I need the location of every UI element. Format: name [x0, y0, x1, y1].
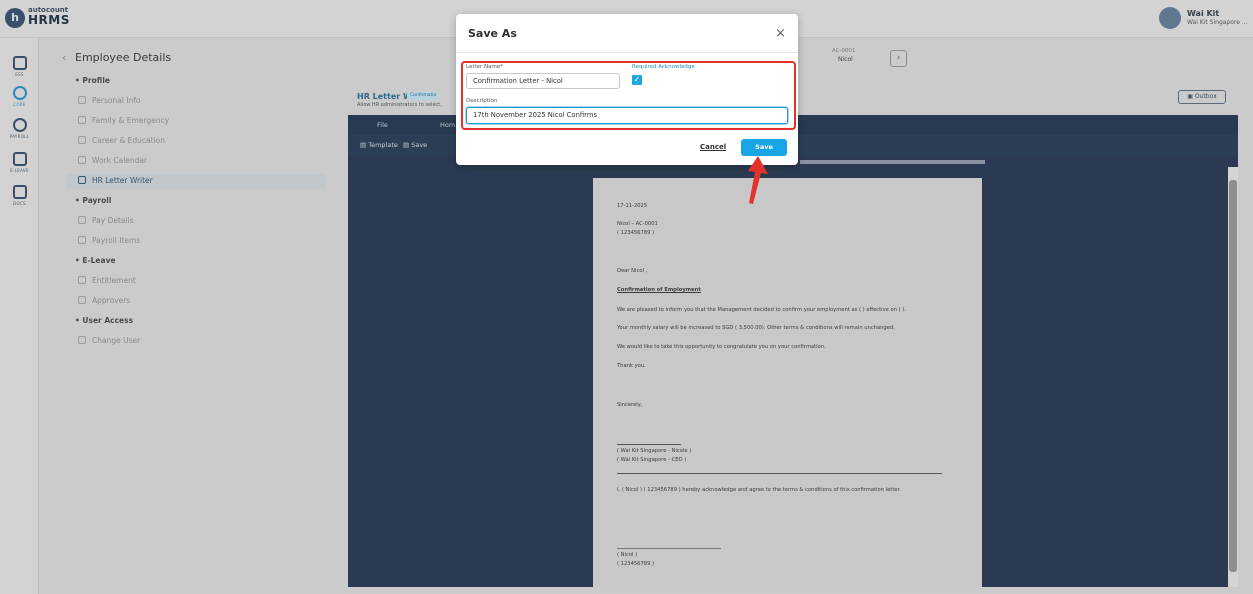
- letter-para-1: We are pleased to inform you that the Ma…: [617, 307, 906, 313]
- tree-item-entitlement[interactable]: Entitlement: [78, 276, 136, 285]
- employee-name: Nicol: [838, 56, 853, 63]
- highlight-annotation-box: [461, 61, 796, 130]
- hr-writer-badge: Confirmatio: [407, 92, 440, 100]
- docs-icon: [12, 185, 27, 199]
- nav-item-payroll[interactable]: PAYROLL: [4, 118, 35, 139]
- tree-item-work-calendar[interactable]: Work Calendar: [78, 156, 147, 165]
- logo-text-main: HRMS: [28, 13, 70, 27]
- logo-icon: h: [5, 8, 25, 28]
- letter-date: 17-11-2025: [617, 203, 648, 209]
- letter-subject: Confirmation of Employment: [617, 287, 701, 293]
- letter-sign-2: ( Wai Kit Singapore - CEO ): [617, 457, 687, 463]
- tree-section-profile[interactable]: • Profile: [75, 76, 110, 85]
- ribbon-save-button[interactable]: ▤ Save: [403, 141, 427, 149]
- dialog-title: Save As: [468, 27, 517, 40]
- tree-item-personal-info[interactable]: Personal Info: [78, 96, 140, 105]
- letter-para-2: Your monthly salary will be increased to…: [617, 325, 895, 331]
- dialog-divider: [456, 52, 798, 53]
- tab-file[interactable]: File: [377, 121, 388, 129]
- user-company: Wai Kit Singapore ...: [1187, 19, 1248, 26]
- scrollbar-thumb[interactable]: [1229, 180, 1237, 572]
- tree-item-family[interactable]: Family & Emergency: [78, 116, 169, 125]
- page-title: Employee Details: [75, 51, 172, 64]
- tab-home[interactable]: Hom: [440, 121, 455, 129]
- avatar[interactable]: [1159, 7, 1181, 29]
- letter-acknowledgement: I, ( Nicol ) ( 123456789 ) hereby acknow…: [617, 487, 901, 493]
- outbox-button[interactable]: ▣ Outbox: [1178, 90, 1226, 104]
- tree-section-user-access[interactable]: • User Access: [75, 316, 133, 325]
- nav-label: PAYROLL: [9, 134, 30, 139]
- letter-employee: Nicol – AC-0001: [617, 221, 658, 227]
- payroll-icon: [12, 118, 27, 132]
- tree-section-eleave[interactable]: • E-Leave: [75, 256, 116, 265]
- hr-writer-subtitle: Allow HR administrators to select,: [357, 102, 442, 108]
- tree-item-pay-details[interactable]: Pay Details: [78, 216, 134, 225]
- letter-greeting: Dear Nicol ,: [617, 268, 648, 274]
- employee-signature-line: [617, 548, 721, 549]
- ess-icon: [12, 56, 27, 70]
- nav-item-core[interactable]: CORE: [4, 86, 35, 107]
- close-icon[interactable]: ×: [775, 27, 786, 40]
- signature-line: [617, 444, 681, 445]
- tree-section-payroll[interactable]: • Payroll: [75, 196, 111, 205]
- nav-item-eleave[interactable]: E-LEAVE: [4, 152, 35, 173]
- nav-label: CORE: [13, 102, 26, 107]
- annotation-arrow-icon: [748, 156, 768, 204]
- nav-item-docs[interactable]: DOCS: [4, 185, 35, 206]
- nav-item-ess[interactable]: ESS: [4, 56, 35, 77]
- employee-code: AC-0001: [832, 48, 856, 54]
- letter-closing: Sincerely,: [617, 402, 643, 408]
- tree-item-hr-letter-writer[interactable]: HR Letter Writer: [78, 176, 153, 185]
- tree-item-change-user[interactable]: Change User: [78, 336, 140, 345]
- letter-emp-sign-2: ( 123456789 ): [617, 561, 655, 567]
- letter-sign-1: ( Wai Kit Singapore - Nicole ): [617, 448, 692, 454]
- divider: [617, 473, 942, 474]
- letter-emp-sign-1: ( Nicol ): [617, 552, 638, 558]
- template-button[interactable]: ▤ Template: [360, 141, 398, 149]
- back-chevron-icon[interactable]: ‹: [62, 51, 66, 64]
- tree-item-approvers[interactable]: Approvers: [78, 296, 130, 305]
- letter-id: ( 123456789 ): [617, 230, 655, 236]
- nav-label: DOCS: [13, 201, 26, 206]
- user-name[interactable]: Wai Kit: [1187, 9, 1219, 18]
- tree-item-payroll-items[interactable]: Payroll Items: [78, 236, 140, 245]
- letter-thanks: Thank you.: [617, 363, 646, 369]
- core-icon: [12, 86, 27, 100]
- nav-label: E-LEAVE: [10, 168, 29, 173]
- letter-para-3: We would like to take this opportunity t…: [617, 344, 826, 350]
- ruler: [800, 160, 985, 164]
- next-employee-button[interactable]: ›: [890, 50, 907, 67]
- nav-label: ESS: [15, 72, 24, 77]
- letter-document[interactable]: 17-11-2025 Nicol – AC-0001 ( 123456789 )…: [593, 178, 982, 587]
- calendar-icon: [12, 152, 27, 166]
- cancel-button[interactable]: Cancel: [700, 143, 726, 151]
- tree-item-career[interactable]: Career & Education: [78, 136, 165, 145]
